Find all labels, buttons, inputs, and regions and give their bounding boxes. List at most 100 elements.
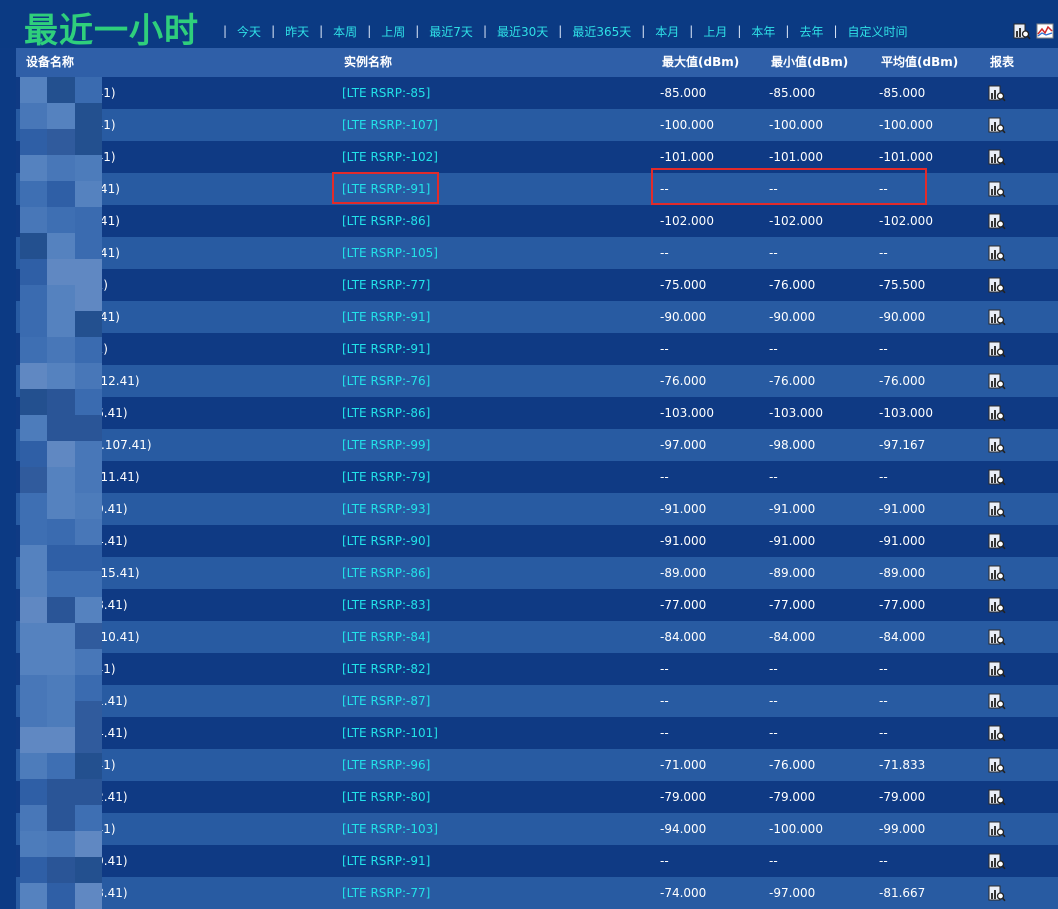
- instance-link[interactable]: [LTE RSRP:-80]: [342, 781, 430, 813]
- mosaic-tile: [20, 77, 48, 103]
- col-instance-name[interactable]: 实例名称: [344, 48, 392, 77]
- instance-link[interactable]: [LTE RSRP:-76]: [342, 365, 430, 397]
- mosaic-tile: [47, 285, 75, 311]
- mosaic-tile: [20, 623, 48, 649]
- nav-link[interactable]: 上周: [381, 23, 405, 40]
- report-icon[interactable]: [988, 372, 1006, 390]
- table-header: 设备名称 实例名称 最大值(dBm) 最小值(dBm) 平均值(dBm) 报表: [16, 48, 1058, 77]
- nav-link[interactable]: 自定义时间: [848, 23, 908, 40]
- avg-value-cell: -79.000: [879, 790, 926, 804]
- report-icon[interactable]: [988, 84, 1006, 102]
- instance-link[interactable]: [LTE RSRP:-84]: [342, 621, 430, 653]
- report-icon[interactable]: [988, 244, 1006, 262]
- nav-link[interactable]: 本年: [751, 23, 775, 40]
- instance-link[interactable]: [LTE RSRP:-86]: [342, 205, 430, 237]
- mosaic-tile: [20, 545, 48, 571]
- avg-value-cell: --: [879, 470, 888, 484]
- nav-link[interactable]: 去年: [799, 23, 823, 40]
- report-icon[interactable]: [988, 692, 1006, 710]
- report-icon[interactable]: [988, 340, 1006, 358]
- instance-link[interactable]: [LTE RSRP:-93]: [342, 493, 430, 525]
- instance-link[interactable]: [LTE RSRP:-103]: [342, 813, 438, 845]
- max-value-cell: --: [660, 726, 669, 740]
- instance-link[interactable]: [LTE RSRP:-96]: [342, 749, 430, 781]
- col-min-value[interactable]: 最小值(dBm): [771, 48, 848, 77]
- report-icon[interactable]: [988, 852, 1006, 870]
- report-icon[interactable]: [988, 180, 1006, 198]
- instance-link[interactable]: [LTE RSRP:-77]: [342, 269, 430, 301]
- report-icon[interactable]: [988, 436, 1006, 454]
- report-icon[interactable]: [988, 308, 1006, 326]
- max-value-cell: -71.000: [660, 758, 707, 772]
- report-icon[interactable]: [988, 404, 1006, 422]
- report-icon[interactable]: [988, 660, 1006, 678]
- instance-link[interactable]: [LTE RSRP:-91]: [342, 333, 430, 365]
- table-row: 村店(10.13.115.41)[LTE RSRP:-86]-89.000-89…: [16, 557, 1058, 589]
- mosaic-tile: [20, 207, 48, 233]
- instance-link[interactable]: [LTE RSRP:-87]: [342, 685, 430, 717]
- mosaic-tile: [74, 649, 102, 675]
- mosaic-tile: [47, 337, 75, 363]
- min-value-cell: -97.000: [769, 886, 816, 900]
- mosaic-tile: [74, 77, 102, 103]
- mosaic-tile: [47, 415, 75, 441]
- instance-link[interactable]: [LTE RSRP:-91]: [342, 173, 430, 205]
- nav-separator: |: [482, 24, 487, 38]
- mosaic-tile: [47, 233, 75, 259]
- mosaic-tile: [47, 389, 75, 415]
- nav-link[interactable]: 最近7天: [429, 23, 473, 40]
- instance-link[interactable]: [LTE RSRP:-86]: [342, 397, 430, 429]
- instance-link[interactable]: [LTE RSRP:-83]: [342, 589, 430, 621]
- mosaic-tile: [20, 753, 48, 779]
- report-icon[interactable]: [988, 820, 1006, 838]
- instance-link[interactable]: [LTE RSRP:-77]: [342, 877, 430, 909]
- instance-link[interactable]: [LTE RSRP:-107]: [342, 109, 438, 141]
- trend-chart-icon[interactable]: [1036, 22, 1054, 40]
- report-icon[interactable]: [988, 500, 1006, 518]
- col-device-name[interactable]: 设备名称: [26, 48, 74, 77]
- instance-link[interactable]: [LTE RSRP:-99]: [342, 429, 430, 461]
- mosaic-tile: [20, 337, 48, 363]
- report-icon[interactable]: [988, 532, 1006, 550]
- report-icon[interactable]: [1013, 22, 1031, 40]
- nav-link[interactable]: 本月: [655, 23, 679, 40]
- nav-link[interactable]: 本周: [333, 23, 357, 40]
- instance-link[interactable]: [LTE RSRP:-79]: [342, 461, 430, 493]
- min-value-cell: -84.000: [769, 630, 816, 644]
- avg-value-cell: -100.000: [879, 118, 933, 132]
- instance-link[interactable]: [LTE RSRP:-102]: [342, 141, 438, 173]
- instance-link[interactable]: [LTE RSRP:-82]: [342, 653, 430, 685]
- instance-link[interactable]: [LTE RSRP:-105]: [342, 237, 438, 269]
- report-icon[interactable]: [988, 212, 1006, 230]
- report-icon[interactable]: [988, 788, 1006, 806]
- instance-link[interactable]: [LTE RSRP:-85]: [342, 77, 430, 109]
- instance-link[interactable]: [LTE RSRP:-91]: [342, 845, 430, 877]
- report-icon[interactable]: [988, 596, 1006, 614]
- mosaic-tile: [20, 441, 48, 467]
- nav-link[interactable]: 最近30天: [497, 23, 548, 40]
- col-max-value[interactable]: 最大值(dBm): [662, 48, 739, 77]
- instance-link[interactable]: [LTE RSRP:-90]: [342, 525, 430, 557]
- nav-link[interactable]: 上月: [703, 23, 727, 40]
- col-avg-value[interactable]: 平均值(dBm): [881, 48, 958, 77]
- report-icon[interactable]: [988, 724, 1006, 742]
- report-icon[interactable]: [988, 468, 1006, 486]
- report-icon[interactable]: [988, 756, 1006, 774]
- instance-link[interactable]: [LTE RSRP:-101]: [342, 717, 438, 749]
- report-icon[interactable]: [988, 628, 1006, 646]
- report-icon[interactable]: [988, 276, 1006, 294]
- report-icon[interactable]: [988, 148, 1006, 166]
- min-value-cell: -103.000: [769, 406, 823, 420]
- report-icon[interactable]: [988, 884, 1006, 902]
- report-icon[interactable]: [988, 564, 1006, 582]
- instance-link[interactable]: [LTE RSRP:-86]: [342, 557, 430, 589]
- mosaic-tile: [20, 311, 48, 337]
- instance-link[interactable]: [LTE RSRP:-91]: [342, 301, 430, 333]
- min-value-cell: --: [769, 246, 778, 260]
- nav-link[interactable]: 最近365天: [572, 23, 631, 40]
- mosaic-tile: [20, 363, 48, 389]
- report-icon[interactable]: [988, 116, 1006, 134]
- nav-link[interactable]: 今天: [237, 23, 261, 40]
- mosaic-tile: [74, 337, 102, 363]
- nav-link[interactable]: 昨天: [285, 23, 309, 40]
